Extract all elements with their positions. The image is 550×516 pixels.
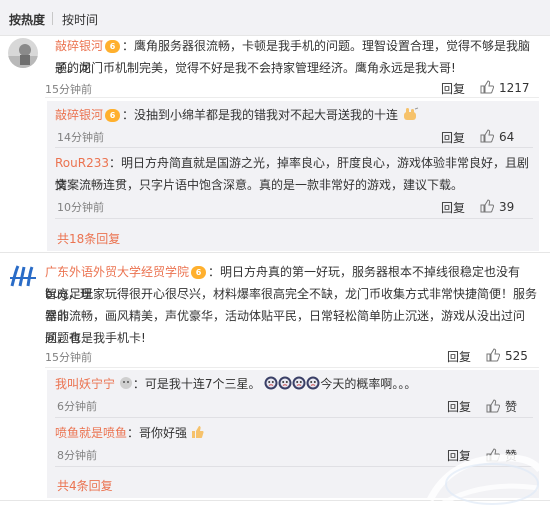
like-count: 1217 — [499, 81, 530, 95]
reply-button[interactable]: 回复 — [441, 129, 465, 146]
comment-username[interactable]: 敲碎银河 — [55, 39, 103, 53]
reply-text: ：没抽到小绵羊都是我的错我对不起大哥送我的十连 — [122, 108, 399, 122]
comment-text-line: 题。龙门币机制完美，觉得不好是我不会持家管理经济。鹰角永远是我大哥! — [55, 61, 456, 75]
reply-time: 8分钟前 — [57, 449, 97, 462]
comment-time: 15分钟前 — [45, 351, 92, 364]
like-count: 39 — [499, 200, 515, 214]
comment-divider — [0, 252, 550, 253]
reply-text: 今天的概率啊。。。 — [320, 377, 417, 391]
avatar[interactable] — [8, 38, 38, 68]
avatar[interactable] — [8, 262, 38, 292]
like-button[interactable]: 1217 — [480, 80, 530, 95]
vip-badge-icon: 6 — [105, 109, 121, 122]
sort-divider — [52, 12, 53, 25]
reply-username[interactable]: 喷鱼就是喷鱼 — [55, 426, 127, 440]
divider — [45, 367, 539, 368]
reply-username[interactable]: 我叫妖宁宁 — [55, 377, 115, 391]
like-count: 525 — [505, 349, 528, 363]
like-count: 64 — [499, 130, 515, 144]
reply-button[interactable]: 回复 — [441, 80, 465, 97]
reply-body: 敲碎银河 6 ：没抽到小绵羊都是我的错我对不起大哥送我的十连 — [55, 104, 535, 126]
avatar-image — [8, 38, 38, 68]
reply-text: ：哥你好强 — [127, 426, 188, 440]
reply-username[interactable]: RouR233 — [55, 156, 109, 170]
reply-button[interactable]: 回复 — [447, 348, 471, 365]
divider — [55, 218, 533, 219]
like-button[interactable]: 64 — [480, 129, 514, 144]
sort-bar: 按热度 按时间 — [0, 0, 550, 36]
crying-face-icon — [278, 376, 292, 390]
thumbs-up-icon — [480, 129, 495, 143]
reply-username[interactable]: 敲碎银河 — [55, 108, 103, 122]
reply-text: ：可是我十连7个三星。 — [132, 377, 261, 391]
like-button[interactable]: 赞 — [486, 398, 517, 415]
thumbs-up-icon — [486, 399, 501, 413]
emoji-icon — [119, 377, 132, 389]
reply-time: 6分钟前 — [57, 400, 97, 413]
comment-username[interactable]: 广东外语外贸大学经贸学院 — [45, 265, 189, 279]
divider — [55, 147, 533, 148]
avatar-image — [8, 262, 38, 292]
reply-button[interactable]: 回复 — [447, 398, 471, 415]
like-button[interactable]: 39 — [480, 199, 514, 214]
reply-body: 我叫妖宁宁 ：可是我十连7个三星。 今天的概率啊。。。 — [55, 373, 535, 395]
more-replies-link[interactable]: 共4条回复 — [57, 477, 113, 494]
divider — [45, 97, 539, 98]
crying-face-icon — [292, 376, 306, 390]
like-button[interactable]: 525 — [486, 348, 528, 363]
sort-by-time[interactable]: 按时间 — [62, 11, 98, 28]
hand-icon — [403, 107, 419, 120]
divider — [55, 417, 533, 418]
reply-text-line: 文案流畅连贯，只字片语中饱含深意。真的是一款非常好的游戏，建议下载。 — [55, 178, 464, 192]
reply-time: 14分钟前 — [57, 131, 104, 144]
thumbs-up-icon — [480, 199, 495, 213]
reply-button[interactable]: 回复 — [441, 199, 465, 216]
crying-face-icon — [264, 376, 278, 390]
vip-badge-icon: 6 — [191, 266, 207, 279]
thumbs-up-icon — [486, 348, 501, 362]
crying-face-icon — [306, 376, 320, 390]
like-count: 赞 — [505, 400, 518, 414]
watermark-logo — [426, 454, 543, 509]
more-replies-link[interactable]: 共18条回复 — [57, 230, 120, 247]
thumbs-up-icon — [480, 80, 495, 94]
sort-by-hot[interactable]: 按热度 — [9, 11, 45, 28]
thumbs-up-emoji-icon — [191, 426, 204, 438]
comment-time: 15分钟前 — [45, 83, 92, 96]
reply-time: 10分钟前 — [57, 201, 104, 214]
comment-text-line: 问题也是我手机卡! — [45, 331, 146, 345]
vip-badge-icon: 6 — [105, 40, 121, 53]
